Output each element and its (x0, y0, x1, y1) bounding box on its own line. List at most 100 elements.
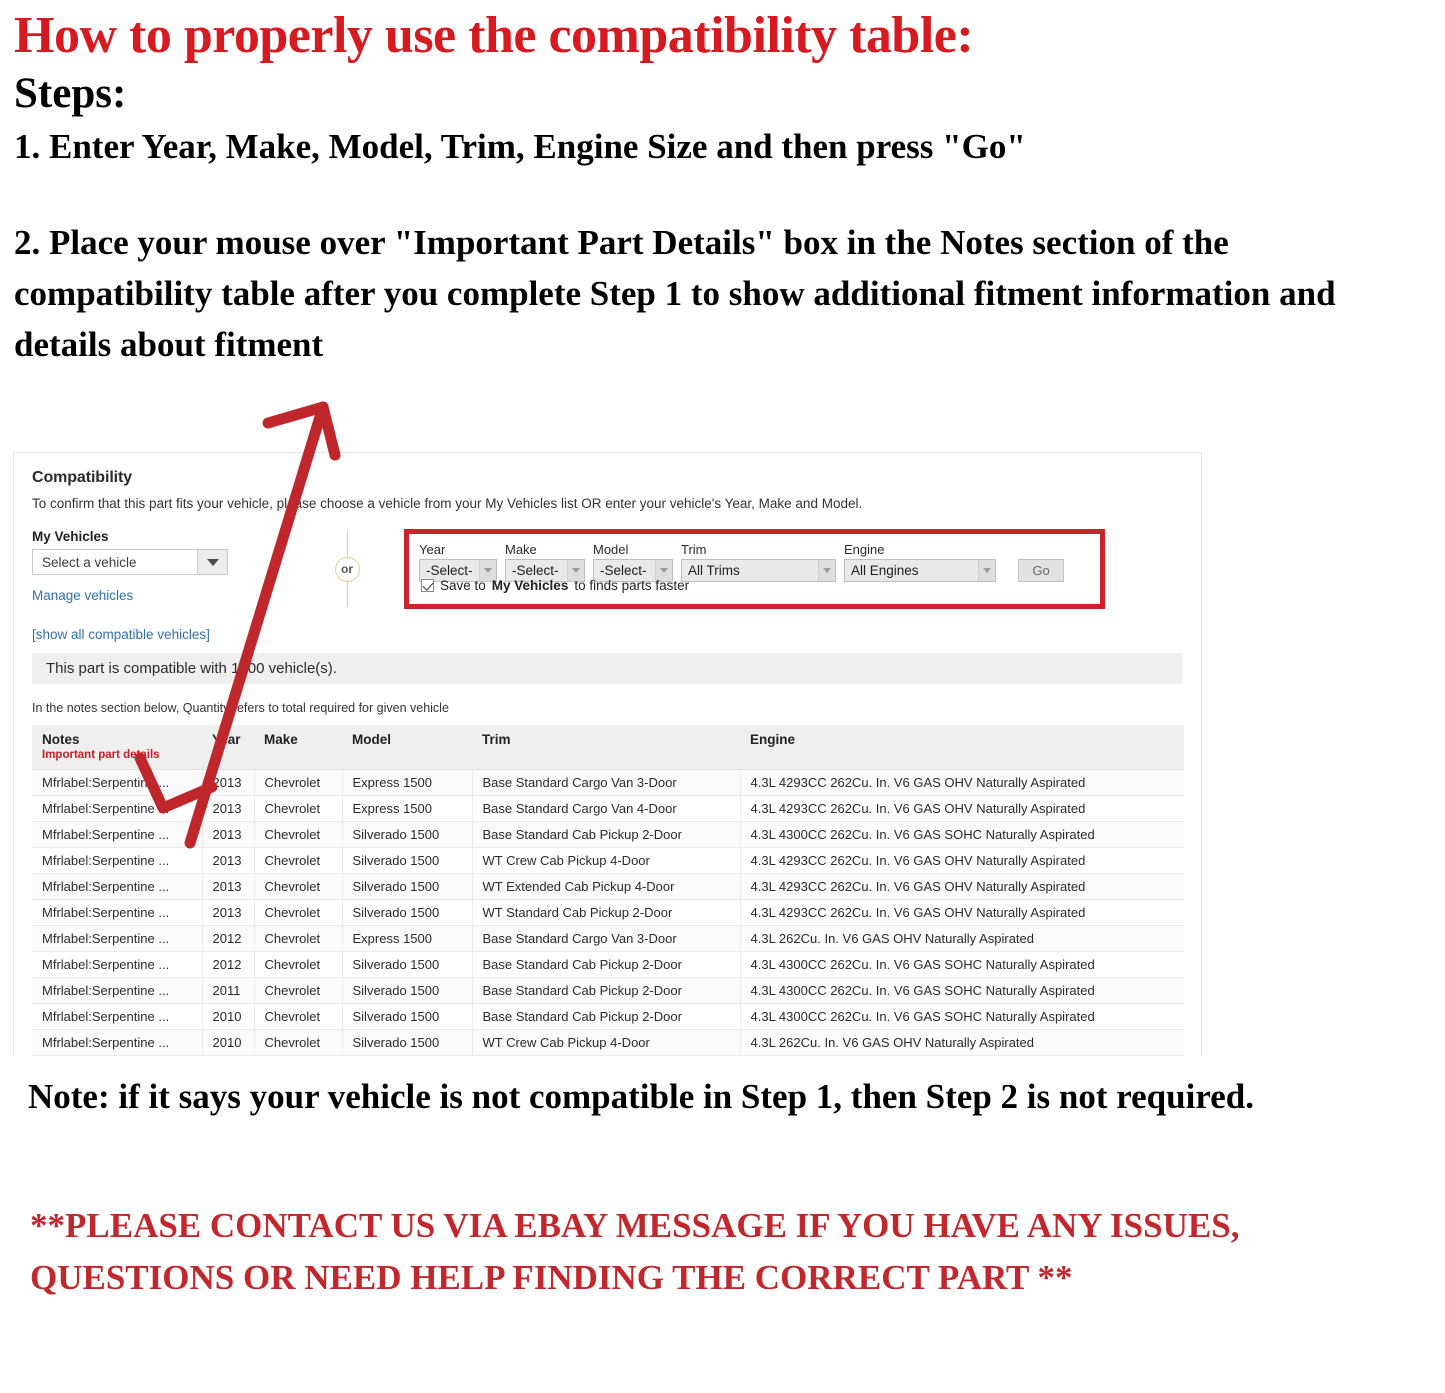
cell-year: 2010 (202, 1003, 255, 1030)
trim-select[interactable]: All Trims (681, 559, 836, 582)
cell-engine: 4.3L 4293CC 262Cu. In. V6 GAS OHV Natura… (740, 847, 1184, 874)
engine-select[interactable]: All Engines (844, 559, 996, 582)
cell-model: Silverado 1500 (342, 847, 473, 874)
cell-model: Express 1500 (342, 769, 473, 796)
my-vehicles-label: My Vehicles (32, 529, 109, 544)
cell-engine: 4.3L 4300CC 262Cu. In. V6 GAS SOHC Natur… (740, 951, 1184, 978)
cell-year: 2013 (202, 847, 255, 874)
column-header-notes: Notes Important part details (32, 725, 202, 770)
save-checkbox[interactable] (421, 579, 434, 592)
cell-year: 2013 (202, 873, 255, 900)
cell-trim: WT Crew Cab Pickup 4-Door (472, 847, 741, 874)
compatibility-table-body: Mfrlabel:Serpentine ... 2013 Chevrolet Expr… (32, 769, 1184, 1056)
cell-model: Silverado 1500 (342, 1055, 473, 1056)
cell-notes[interactable]: Mfrlabel:Serpentine ... (32, 1003, 203, 1030)
save-text-bold: My Vehicles (491, 578, 569, 593)
cell-notes[interactable]: Mfrlabel:Serpentine ... (32, 873, 203, 900)
cell-trim: Base Standard Cargo Van 4-Door (472, 795, 741, 822)
chevron-down-icon (978, 560, 995, 581)
model-value: -Select- (600, 563, 647, 578)
vehicle-form-highlight: Year -Select- Make -Select- Model -Selec… (404, 529, 1105, 609)
cell-trim: WT Extended Cab Pickup 4-Door (472, 873, 741, 900)
cell-notes[interactable]: Mfrlabel:Serpentine ... (32, 977, 203, 1004)
cell-notes[interactable]: Mfrlabel:Serpentine ... (32, 769, 203, 796)
cell-year: 2011 (202, 977, 255, 1004)
my-vehicles-column: My Vehicles Select a vehicle Manage vehi… (32, 529, 302, 644)
cell-engine: 4.3L 4293CC 262Cu. In. V6 GAS OHV Natura… (740, 899, 1184, 926)
column-header-model: Model (342, 725, 472, 770)
save-text-after: to finds parts faster (574, 578, 690, 593)
table-row: Mfrlabel:Serpentine ... 2013 Chevrolet Expr… (32, 795, 1184, 822)
cell-year: 2013 (202, 769, 255, 796)
model-field: Model -Select- (593, 542, 673, 582)
cell-model: Express 1500 (342, 795, 473, 822)
cell-make: Chevrolet (254, 925, 343, 952)
manage-vehicles-link[interactable]: Manage vehicles (32, 588, 133, 603)
cell-trim: WT Standard Cab Pickup 2-Door (472, 899, 741, 926)
show-all-compatible-vehicles-link[interactable]: [show all compatible vehicles] (32, 627, 210, 642)
cell-model: Silverado 1500 (342, 1003, 473, 1030)
cell-make: Chevrolet (254, 1003, 343, 1030)
cell-notes[interactable]: Mfrlabel:Serpentine ... (32, 1055, 203, 1056)
column-header-year: Year (202, 725, 254, 770)
cell-notes[interactable]: Mfrlabel:Serpentine ... (32, 821, 203, 848)
cell-notes[interactable]: Mfrlabel:Serpentine ... (32, 847, 203, 874)
table-row: Mfrlabel:Serpentine ... 2011 Chevrolet Silv… (32, 977, 1184, 1004)
cell-model: Silverado 1500 (342, 821, 473, 848)
cell-model: Silverado 1500 (342, 899, 473, 926)
compatibility-table: Notes Important part details Year Make M… (32, 725, 1184, 1056)
compatibility-heading: Compatibility (32, 469, 133, 486)
table-row: Mfrlabel:Serpentine ... 2013 Chevrolet Silv… (32, 847, 1184, 874)
table-row: Mfrlabel:Serpentine ... 2012 Chevrolet Expr… (32, 925, 1184, 952)
engine-value: All Engines (851, 563, 919, 578)
cell-model: Express 1500 (342, 925, 473, 952)
cell-model: Silverado 1500 (342, 951, 473, 978)
notes-header-label: Notes (42, 732, 80, 747)
cell-trim: WT Extended Cab Pickup 4-Door (472, 1055, 741, 1056)
cell-make: Chevrolet (254, 951, 343, 978)
table-row: Mfrlabel:Serpentine ... 2013 Chevrolet Silv… (32, 873, 1184, 900)
cell-trim: Base Standard Cab Pickup 2-Door (472, 977, 741, 1004)
year-field: Year -Select- (419, 542, 497, 582)
save-to-my-vehicles-row[interactable]: Save to My Vehicles to finds parts faste… (421, 578, 689, 593)
cell-notes[interactable]: Mfrlabel:Serpentine ... (32, 795, 203, 822)
table-row: Mfrlabel:Serpentine ...2010ChevroletSilv… (32, 1029, 1184, 1056)
cell-trim: Base Standard Cab Pickup 2-Door (472, 951, 741, 978)
cell-notes[interactable]: Mfrlabel:Serpentine ... (32, 925, 203, 952)
cell-model: Silverado 1500 (342, 977, 473, 1004)
make-field: Make -Select- (505, 542, 585, 582)
table-row: Mfrlabel:Serpentine ...2010ChevroletSilv… (32, 1055, 1184, 1056)
compatibility-subheading: To confirm that this part fits your vehi… (32, 496, 863, 511)
cell-engine: 4.3L 4300CC 262Cu. In. V6 GAS SOHC Natur… (740, 821, 1184, 848)
cell-make: Chevrolet (254, 769, 343, 796)
table-row: Mfrlabel:Serpentine ... 2013 Chevrolet Silv… (32, 899, 1184, 926)
cell-make: Chevrolet (254, 821, 343, 848)
cell-notes[interactable]: Mfrlabel:Serpentine ... (32, 1029, 203, 1056)
chevron-down-icon (818, 560, 835, 581)
page-title: How to properly use the compatibility ta… (14, 7, 974, 64)
compatible-count-banner: This part is compatible with 1000 vehicl… (32, 653, 1183, 684)
cell-engine: 4.3L 262Cu. In. V6 GAS OHV Naturally Asp… (740, 1029, 1184, 1056)
trim-value: All Trims (688, 563, 740, 578)
table-row: Mfrlabel:Serpentine ... 2013 Chevrolet Silv… (32, 821, 1184, 848)
cell-trim: Base Standard Cargo Van 3-Door (472, 769, 741, 796)
cell-model: Silverado 1500 (342, 873, 473, 900)
cell-trim: Base Standard Cargo Van 3-Door (472, 925, 741, 952)
or-badge: or (334, 556, 360, 582)
go-button[interactable]: Go (1018, 559, 1064, 582)
cell-trim: WT Crew Cab Pickup 4-Door (472, 1029, 741, 1056)
important-part-details-label[interactable]: Important part details (42, 749, 194, 761)
cell-make: Chevrolet (254, 847, 343, 874)
select-a-vehicle-dropdown[interactable]: Select a vehicle (32, 549, 228, 575)
cell-notes[interactable]: Mfrlabel:Serpentine ... (32, 899, 203, 926)
column-header-trim: Trim (472, 725, 740, 770)
cell-engine: 4.3L 4300CC 262Cu. In. V6 GAS SOHC Natur… (740, 977, 1184, 1004)
cell-notes[interactable]: Mfrlabel:Serpentine ... (32, 951, 203, 978)
table-row: Mfrlabel:Serpentine ... 2012 Chevrolet Silv… (32, 951, 1184, 978)
select-a-vehicle-value: Select a vehicle (42, 554, 137, 570)
engine-field: Engine All Engines (844, 542, 996, 582)
column-header-engine: Engine (740, 725, 1184, 770)
cell-year: 2012 (202, 951, 255, 978)
cell-year: 2013 (202, 821, 255, 848)
footer-note: Note: if it says your vehicle is not com… (28, 1077, 1254, 1116)
